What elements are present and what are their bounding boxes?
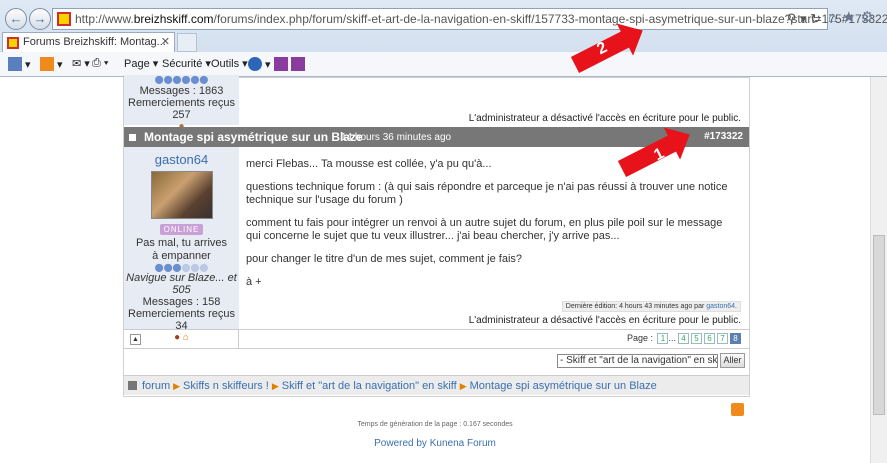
prev-thanks-count: Remerciements reçus 257 — [128, 97, 235, 121]
post-paragraph: pour changer le titre d'un de mes sujet,… — [246, 253, 523, 265]
url-text: http://www.breizhskiff.com/forums/index.… — [75, 12, 887, 26]
breadcrumb-skiffs[interactable]: Skiffs n skiffeurs ! — [183, 380, 269, 392]
topic-title: Montage spi asymétrique sur un Blaze — [144, 130, 363, 144]
author-panel: gaston64 ONLINE Pas mal, tu arrives à em… — [124, 147, 239, 343]
breadcrumb-forum[interactable]: forum — [142, 380, 170, 392]
breadcrumb-category[interactable]: Skiff et "art de la navigation" en skiff — [282, 380, 457, 392]
breadcrumb-icon — [128, 381, 137, 390]
generation-time: Temps de génération de la page : 0.167 s… — [357, 421, 513, 428]
tab-favicon — [7, 37, 19, 49]
powered-by-link[interactable]: Powered by Kunena Forum — [0, 438, 870, 449]
rss-feed-icon[interactable] — [731, 403, 744, 416]
onenote-icon[interactable] — [274, 57, 288, 71]
research-icon[interactable] — [291, 57, 305, 71]
edit-note: Dernière édition: 4 hours 43 minutes ago… — [561, 301, 741, 312]
author-rank: Pas mal, tu arrives à empanner — [135, 237, 228, 262]
close-tab-icon[interactable]: ✕ — [161, 35, 170, 48]
tab-title: Forums Breizhskiff: Montag... — [23, 36, 166, 48]
breadcrumb-topic[interactable]: Montage spi asymétrique sur un Blaze — [470, 380, 657, 392]
page-current-8[interactable]: 8 — [730, 333, 741, 345]
post-paragraph: questions technique forum : (à qui sais … — [246, 181, 728, 206]
post-admin-note: L'administrateur a désactivé l'accès en … — [468, 315, 741, 326]
pagination-row: ▲ Page : 1... 4 5 6 7 8 — [124, 329, 749, 349]
author-rank-dots: ⬤⬤⬤⬤⬤⬤ — [154, 263, 209, 272]
home-icon[interactable]: ▾ — [8, 57, 31, 71]
prev-admin-note: L'administrateur a désactivé l'accès en … — [468, 113, 741, 124]
topic-time: 14 hours 36 minutes ago — [341, 132, 452, 143]
back-button[interactable]: ← — [5, 8, 27, 30]
rank-dots: ⬤⬤⬤⬤⬤⬤ — [154, 75, 209, 84]
page-link-4[interactable]: 4 — [678, 333, 689, 345]
scrollbar-thumb[interactable] — [873, 235, 885, 415]
prev-user-panel: ⬤⬤⬤⬤⬤⬤ Messages : 1863 Remerciements reç… — [124, 75, 239, 132]
page-menu[interactable]: Page ▾ — [124, 57, 158, 70]
security-menu[interactable]: Sécurité ▾ — [162, 57, 211, 70]
prev-messages-count: Messages : 1863 — [139, 85, 224, 97]
print-icon[interactable]: ⎙ ▾ — [92, 57, 108, 70]
page-link-5[interactable]: 5 — [691, 333, 702, 345]
browser-chrome: ← → http://www.breizhskiff.com/forums/in… — [0, 0, 887, 77]
page-link-6[interactable]: 6 — [704, 333, 715, 345]
page-link-7[interactable]: 7 — [717, 333, 728, 345]
mail-icon[interactable]: ✉ ▾ — [72, 57, 90, 70]
site-favicon — [57, 12, 71, 26]
command-bar: ▾ ▾ ✉ ▾ ⎙ ▾ Page ▾ Sécurité ▾ Outils ▾ ▾ — [0, 52, 887, 76]
rss-icon[interactable]: ▾ — [40, 57, 63, 71]
post-paragraph: comment tu fais pour intégrer un renvoi … — [246, 217, 723, 242]
browser-tab[interactable]: Forums Breizhskiff: Montag... ✕ — [2, 32, 175, 52]
pagination: Page : 1... 4 5 6 7 8 — [627, 333, 741, 345]
author-name[interactable]: gaston64 — [124, 152, 239, 167]
author-avatar[interactable] — [150, 171, 213, 219]
scrollbar[interactable] — [870, 77, 887, 463]
forum-jump-select[interactable]: - Skiff et "art de la navigation" en ski… — [557, 354, 718, 368]
post-body: merci Flebas... Ta mousse est collée, y'… — [246, 158, 736, 289]
home-favorites-tools-icons[interactable]: ⌂★⚙ — [828, 8, 879, 26]
breadcrumb: forum ▶ Skiffs n skiffeurs ! ▶ Skiff et "art… — [124, 375, 749, 395]
go-button[interactable]: Aller — [720, 353, 745, 368]
post-paragraph: à + — [246, 276, 262, 288]
online-badge: ONLINE — [159, 224, 204, 235]
forum-container: ⬤⬤⬤⬤⬤⬤ Messages : 1863 Remerciements reç… — [123, 75, 750, 397]
post-permalink[interactable]: #173322 — [704, 131, 743, 142]
address-bar[interactable]: http://www.breizhskiff.com/forums/index.… — [52, 8, 887, 30]
topic-bullet-icon — [129, 134, 136, 141]
help-icon[interactable]: ▾ — [248, 57, 271, 71]
author-messages-count: Messages : 158 — [142, 296, 221, 308]
author-motto: Navigue sur Blaze... et 505 — [126, 272, 237, 296]
scroll-top-icon[interactable]: ▲ — [130, 334, 141, 345]
tools-menu[interactable]: Outils ▾ — [211, 57, 248, 70]
forward-button[interactable]: → — [29, 8, 51, 30]
page-link-1[interactable]: 1 — [657, 333, 669, 345]
new-tab-button[interactable] — [177, 33, 197, 52]
search-refresh-icons[interactable]: ⚲ ▾ ↻ — [787, 11, 821, 27]
